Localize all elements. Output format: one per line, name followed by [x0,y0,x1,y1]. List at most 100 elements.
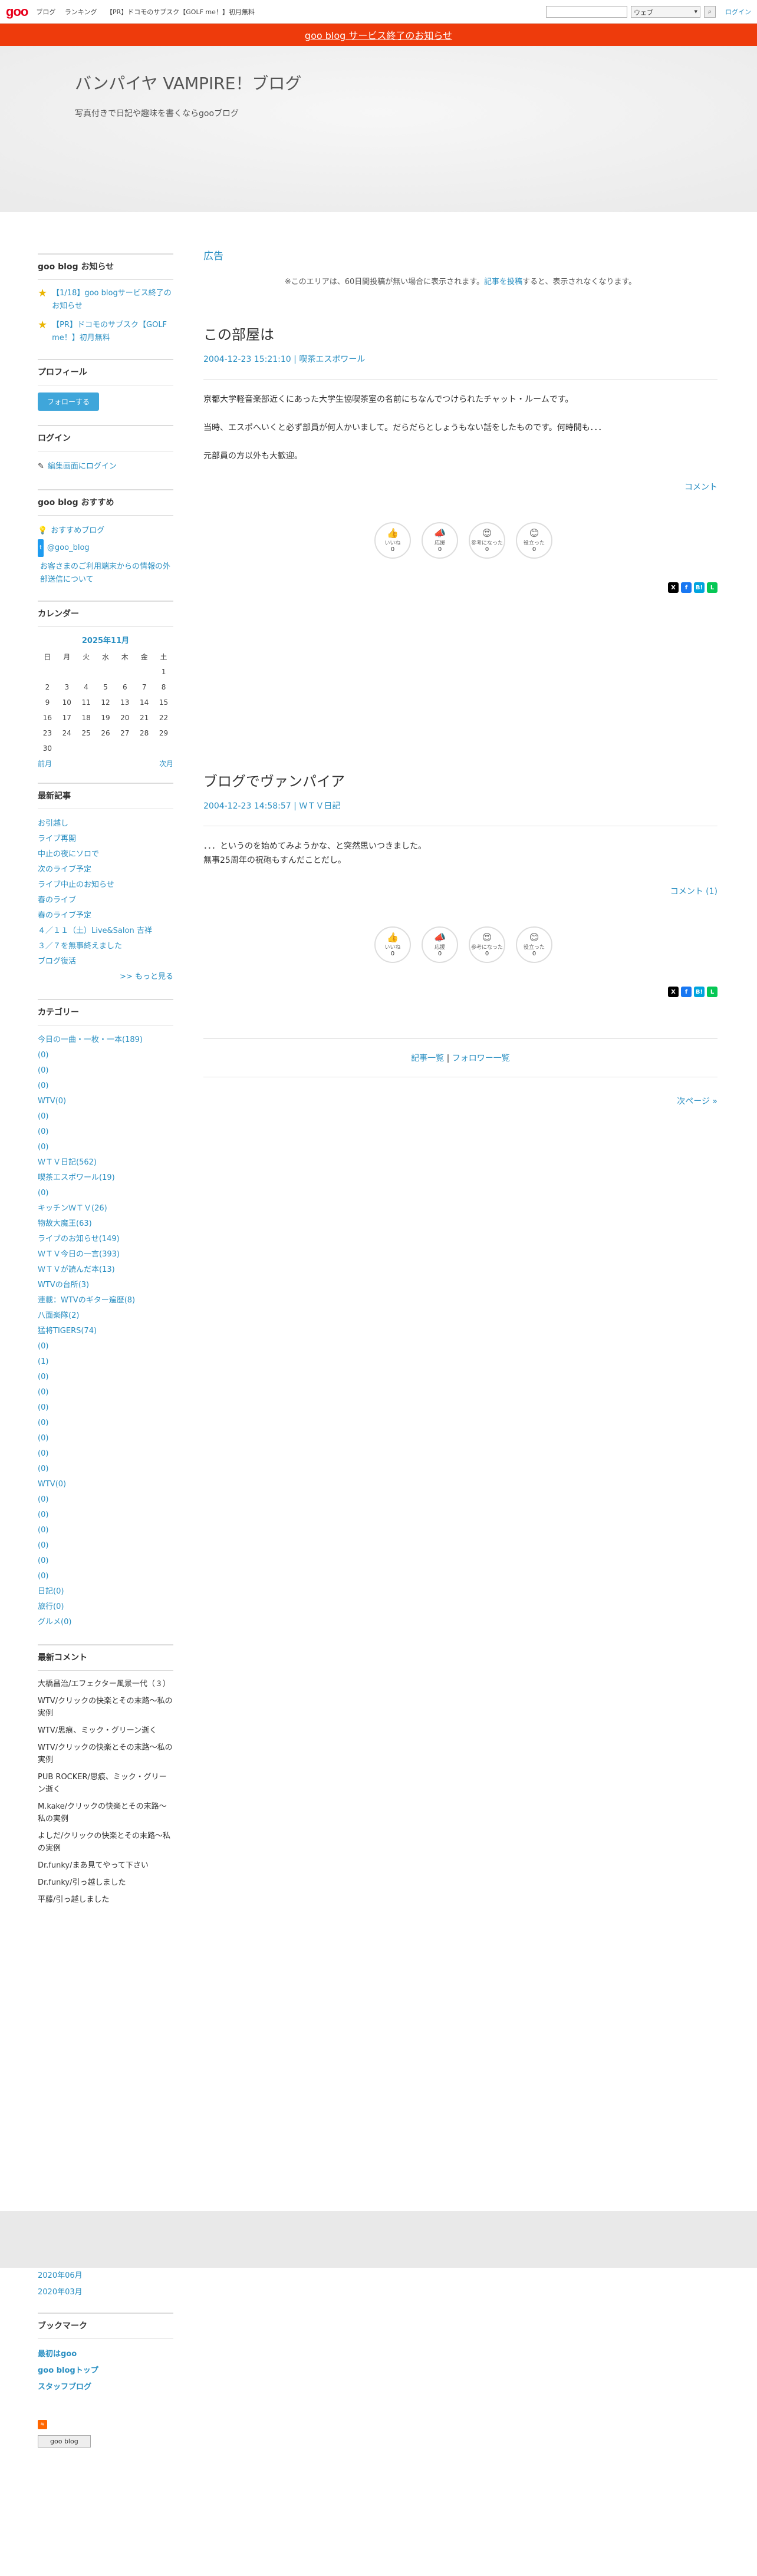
x-share-icon[interactable]: X [668,987,679,997]
recent-article-link[interactable]: 春のライブ [38,893,173,908]
archive-link[interactable]: 2020年03月 [38,2284,173,2301]
follow-button[interactable]: フォローする [38,392,100,411]
recommend-item[interactable]: 💡 おすすめブログ [38,523,173,539]
news-item[interactable]: ★ 【PR】ドコモのサブスク【GOLF me！】初月無料 [38,319,173,345]
recent-article-link[interactable]: お引越し [38,816,173,832]
more-link[interactable]: >> もっと見る [38,969,173,985]
category-link[interactable]: 物故大魔王(63) [38,1216,173,1232]
rss-icon[interactable]: ≋ [38,2420,47,2429]
category-link[interactable]: (0) [38,1339,173,1354]
category-link[interactable]: (0) [38,1569,173,1584]
category-link[interactable]: 猛将TIGERS(74) [38,1324,173,1339]
reaction-button[interactable]: 😍 参考になった 0 [469,926,505,963]
nav-pr-golf[interactable]: 【PR】ドコモのサブスク【GOLF me！】初月無料 [106,8,255,16]
category-link[interactable]: (0) [38,1446,173,1462]
category-link[interactable]: 今日の一曲・一枚・一本(189) [38,1033,173,1048]
privacy-link[interactable]: お客さまのご利用端末からの情報の外部送信について [38,560,173,586]
edit-login-link[interactable]: 編集画面にログイン [48,459,117,475]
recent-comment-link[interactable]: 大橋昌治/エフェクター風景一代（３） [38,1678,173,1690]
category-link[interactable]: 八面楽隊(2) [38,1308,173,1324]
entry-title[interactable]: この部屋は [203,323,717,344]
hatena-share-icon[interactable]: B! [694,582,705,593]
category-link[interactable]: (0) [38,1124,173,1140]
recommend-item[interactable]: t @goo_blog [38,539,173,557]
line-share-icon[interactable]: L [707,987,717,997]
entry-date[interactable]: 2004-12-23 15:21:10 [203,355,291,364]
facebook-share-icon[interactable]: f [681,582,692,593]
category-link[interactable]: (0) [38,1385,173,1400]
category-link[interactable]: (0) [38,1109,173,1124]
recent-comment-link[interactable]: よしだ/クリックの快楽とその末路～私の実例 [38,1830,173,1855]
category-link[interactable]: ライブのお知らせ(149) [38,1232,173,1247]
recent-article-link[interactable]: ライブ中止のお知らせ [38,878,173,893]
reaction-button[interactable]: 😊 役立った 0 [516,926,552,963]
reaction-button[interactable]: 👍 いいね 0 [374,522,411,559]
next-page-link[interactable]: 次ページ » [203,1095,717,1107]
category-link[interactable]: (0) [38,1416,173,1431]
category-link[interactable]: (0) [38,1553,173,1569]
nav-blog[interactable]: ブログ [36,8,55,16]
category-link[interactable]: (0) [38,1048,173,1063]
category-link[interactable]: ＷＴＶが読んだ本(13) [38,1262,173,1278]
category-link[interactable]: WTVの台所(3) [38,1278,173,1293]
news-item[interactable]: ★ 【1/18】goo blogサービス終了のお知らせ [38,287,173,313]
recent-article-link[interactable]: ３／７を無事終えました [38,939,173,954]
calendar-next[interactable]: 次月 [159,758,173,768]
recommend-link[interactable]: @goo_blog [47,540,90,556]
category-link[interactable]: (0) [38,1538,173,1553]
recommend-link[interactable]: おすすめブログ [51,523,104,539]
category-link[interactable]: WTV(0) [38,1477,173,1492]
search-input[interactable] [546,5,627,18]
category-link[interactable]: 連載：WTVのギター遍歴(8) [38,1293,173,1308]
bookmark-link[interactable]: goo blogトップ [38,2363,173,2379]
recent-comment-link[interactable]: PUB ROCKER/思痕、ミック・グリーン逝く [38,1771,173,1796]
recent-comment-link[interactable]: 平藤/引っ越しました [38,1894,173,1906]
edit-login-item[interactable]: ✎ 編集画面にログイン [38,459,173,475]
category-link[interactable]: (0) [38,1078,173,1094]
entry-category[interactable]: ＷＴＶ日記 [299,802,340,811]
category-link[interactable]: グルメ(0) [38,1615,173,1630]
category-link[interactable]: 日記(0) [38,1584,173,1599]
facebook-share-icon[interactable]: f [681,987,692,997]
category-link[interactable]: (0) [38,1400,173,1416]
entry-title[interactable]: ブログでヴァンパイア [203,770,717,790]
recent-comment-link[interactable]: M.kake/クリックの快楽とその末路～私の実例 [38,1800,173,1825]
recent-article-link[interactable]: ライブ再開 [38,832,173,847]
category-link[interactable]: (0) [38,1370,173,1385]
reaction-button[interactable]: 😊 役立った 0 [516,522,552,559]
category-link[interactable]: (0) [38,1508,173,1523]
category-link[interactable]: (0) [38,1431,173,1446]
recent-comment-link[interactable]: Dr.funky/引っ越しました [38,1876,173,1889]
comment-link[interactable]: コメント (1) [203,885,717,897]
recent-comment-link[interactable]: WTV/クリックの快楽とその末路～私の実例 [38,1695,173,1720]
category-link[interactable]: ＷＴＶ日記(562) [38,1155,173,1170]
recent-article-link[interactable]: ブログ復活 [38,954,173,969]
goo-blog-badge[interactable]: goo blog [38,2435,91,2448]
reaction-button[interactable]: 📣 応援 0 [422,926,458,963]
news-link[interactable]: 【1/18】goo blogサービス終了のお知らせ [52,287,173,313]
category-link[interactable]: ＷＴＶ今日の一言(393) [38,1247,173,1262]
x-share-icon[interactable]: X [668,582,679,593]
news-link[interactable]: 【PR】ドコモのサブスク【GOLF me！】初月無料 [52,319,173,345]
recent-article-link[interactable]: 中止の夜にソロで [38,847,173,862]
service-end-notice[interactable]: goo blog サービス終了のお知らせ [0,24,757,46]
calendar-prev[interactable]: 前月 [38,758,52,768]
category-link[interactable]: WTV(0) [38,1094,173,1109]
reaction-button[interactable]: 😍 参考になった 0 [469,522,505,559]
entry-category[interactable]: 喫茶エスポワール [299,355,365,364]
category-link[interactable]: (0) [38,1140,173,1155]
category-link[interactable]: (1) [38,1354,173,1370]
login-link[interactable]: ログイン [725,7,751,17]
category-link[interactable]: 旅行(0) [38,1599,173,1615]
recent-comment-link[interactable]: WTV/クリックの快楽とその末路～私の実例 [38,1741,173,1766]
category-link[interactable]: (0) [38,1186,173,1201]
recent-article-link[interactable]: 次のライブ予定 [38,862,173,878]
follower-list-link[interactable]: フォロワー一覧 [452,1054,510,1063]
bookmark-link[interactable]: 最初はgoo [38,2346,173,2363]
category-link[interactable]: キッチンＷＴＶ(26) [38,1201,173,1216]
recent-comment-link[interactable]: WTV/思痕、ミック・グリーン逝く [38,1724,173,1737]
nav-ranking[interactable]: ランキング [65,8,97,16]
category-link[interactable]: 喫茶エスポワール(19) [38,1170,173,1186]
comment-link[interactable]: コメント [203,481,717,493]
article-list-link[interactable]: 記事一覧 [411,1054,444,1063]
